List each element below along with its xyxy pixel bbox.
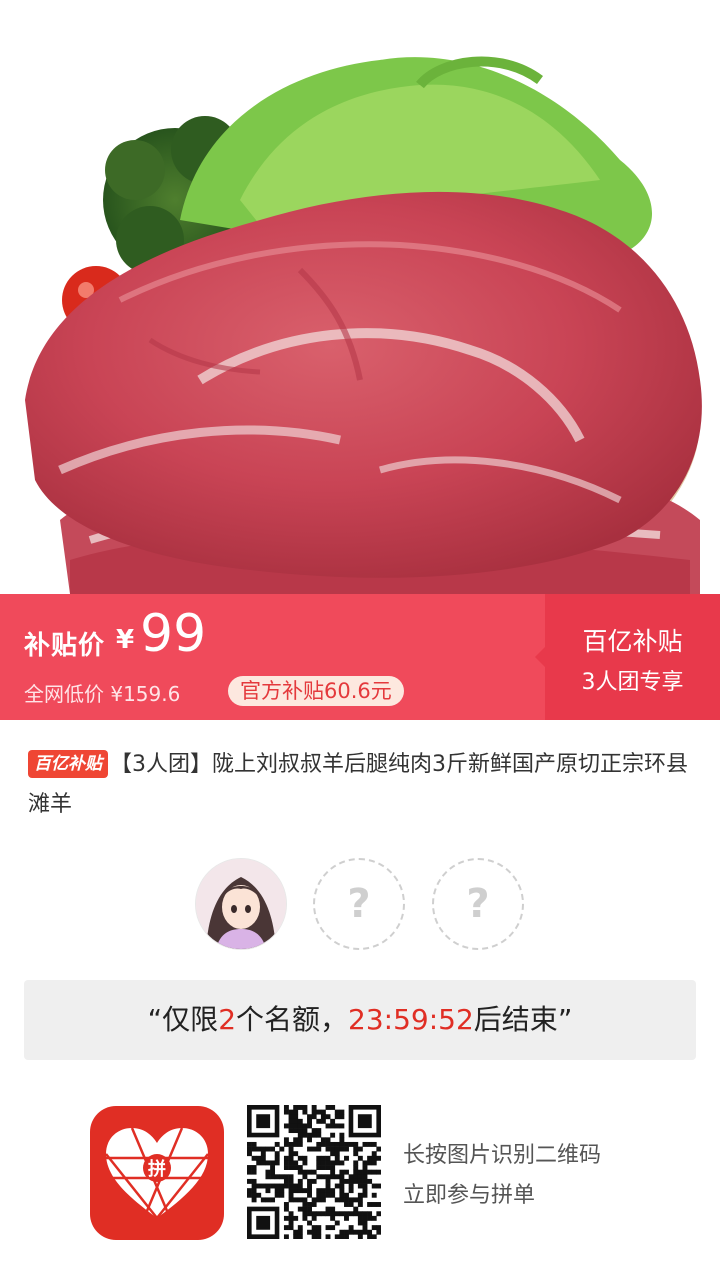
countdown-timer: 23:59:52 [348, 1003, 474, 1036]
qr-finder-pattern [357, 1114, 372, 1129]
scan-instructions: 长按图片识别二维码 立即参与拼单 [403, 1136, 601, 1216]
meat-photo-graphic [25, 56, 702, 594]
product-title-block: 百亿补贴 【3人团】陇上刘叔叔羊后腿纯肉3斤新鲜国产原切正宗环县滩羊 [28, 745, 688, 825]
user-avatar-icon [196, 859, 286, 949]
empty-slot-avatar: ? [432, 858, 524, 950]
pinduoduo-logo: 拼 [90, 1106, 224, 1240]
currency-symbol: ¥ [116, 625, 135, 655]
remaining-slots: 2 [218, 1003, 237, 1036]
scan-line-1: 长按图片识别二维码 [403, 1143, 602, 1168]
qr-finder-pattern [256, 1114, 271, 1129]
price-banner: 补贴价 ¥ 99 全网低价 ¥159.6 官方补贴60.6元 百亿补贴 3人团专… [0, 594, 720, 720]
product-title: 【3人团】陇上刘叔叔羊后腿纯肉3斤新鲜国产原切正宗环县滩羊 [28, 752, 688, 817]
question-mark-icon: ? [347, 881, 371, 927]
original-price: 全网低价 ¥159.6 [24, 682, 181, 706]
campaign-section: 百亿补贴 3人团专享 [545, 594, 720, 720]
heart-logo-icon: 拼 [105, 1127, 209, 1219]
billion-subsidy-tag: 百亿补贴 [28, 750, 108, 778]
banner-notch [535, 647, 545, 667]
subsidy-price-value: 99 [140, 604, 207, 664]
question-mark-icon: ? [466, 881, 490, 927]
price-section: 补贴价 ¥ 99 全网低价 ¥159.6 官方补贴60.6元 [0, 594, 545, 720]
empty-slot-avatar: ? [313, 858, 405, 950]
subsidy-price-label: 补贴价 [24, 631, 106, 661]
campaign-title: 百亿补贴 [582, 627, 683, 656]
campaign-subtitle: 3人团专享 [581, 670, 684, 695]
countdown-bar: “仅限2个名额，23:59:52后结束” [24, 980, 696, 1060]
logo-char: 拼 [148, 1158, 166, 1180]
group-member-avatar [195, 858, 287, 950]
product-image [0, 0, 720, 594]
countdown-prefix: 仅限 [162, 1003, 219, 1036]
open-quote: “ [147, 1003, 163, 1036]
official-subsidy-badge: 官方补贴60.6元 [228, 676, 404, 706]
countdown-middle: 个名额， [236, 1003, 349, 1036]
countdown-suffix: 后结束 [473, 1003, 558, 1036]
qr-finder-pattern [256, 1215, 271, 1230]
qr-code[interactable] [247, 1105, 382, 1240]
scan-line-2: 立即参与拼单 [403, 1183, 536, 1208]
close-quote: ” [557, 1003, 573, 1036]
qr-code-icon [247, 1105, 382, 1240]
